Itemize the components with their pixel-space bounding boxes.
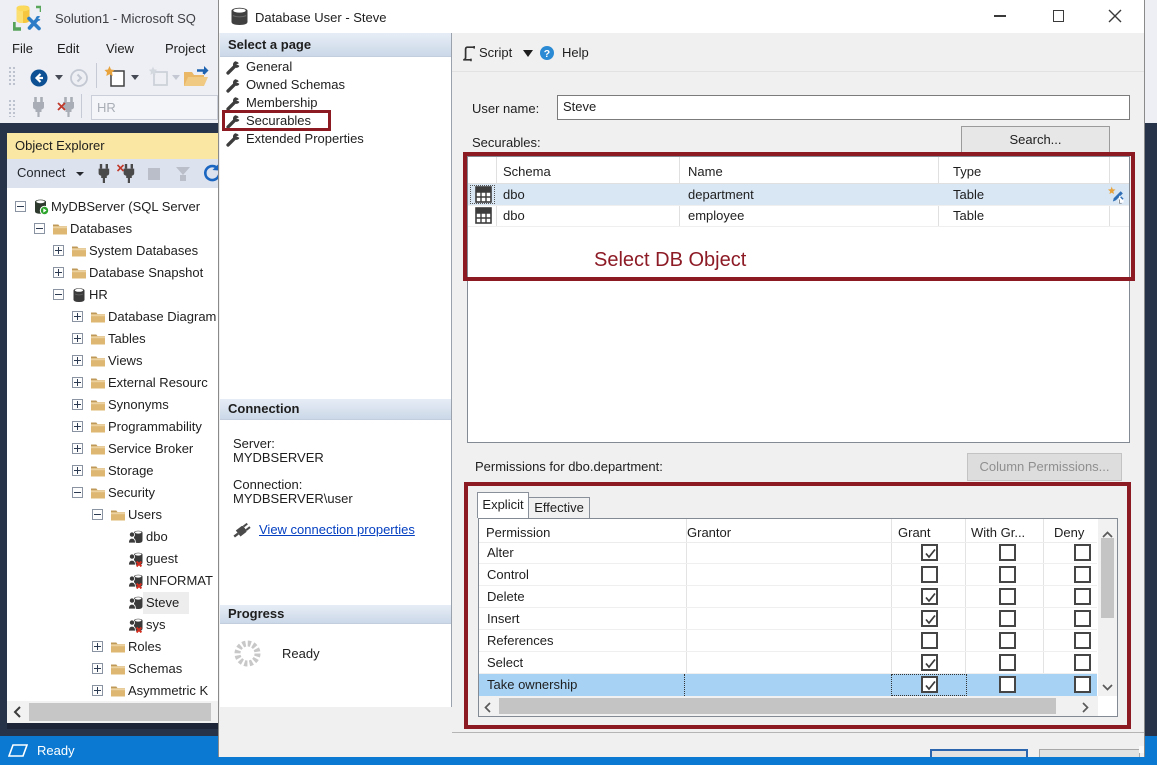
svg-text:?: ? [544,48,550,60]
